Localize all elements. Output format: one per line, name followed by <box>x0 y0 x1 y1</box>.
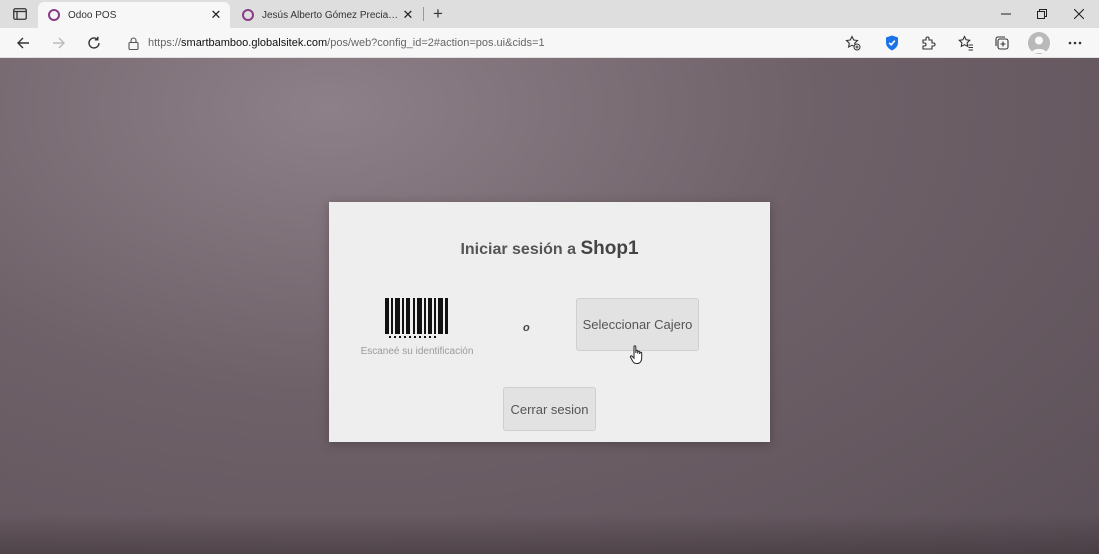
collections-icon <box>995 36 1009 50</box>
tab-actions-button[interactable] <box>8 4 32 24</box>
settings-more-button[interactable] <box>1063 31 1087 55</box>
barcode-icon <box>385 298 448 338</box>
scan-id-label: Escaneé su identificación <box>360 346 474 357</box>
minimize-button[interactable] <box>988 0 1024 28</box>
back-arrow-icon <box>17 37 29 49</box>
refresh-icon <box>88 36 100 49</box>
tab-actions-icon <box>13 8 27 20</box>
login-title: Iniciar sesión a Shop1 <box>329 238 770 260</box>
puzzle-icon <box>922 36 936 50</box>
more-options-icon <box>1068 41 1082 45</box>
odoo-favicon-icon <box>48 9 60 21</box>
tab-odoo-pos[interactable]: Odoo POS ✕ <box>38 2 230 28</box>
url-scheme: https:// <box>148 37 182 49</box>
browser-toolbar: https://smartbamboo.globalsitek.com/pos/… <box>0 28 1099 58</box>
favorites-button[interactable] <box>954 31 978 55</box>
window-close-button[interactable] <box>1061 0 1097 28</box>
favorites-icon <box>958 35 973 51</box>
tab-separator <box>423 7 424 21</box>
tab-jesus-alberto[interactable]: Jesús Alberto Gómez Preciado - ✕ <box>232 2 422 28</box>
profile-avatar-icon <box>1031 36 1047 53</box>
forward-button[interactable] <box>47 31 71 55</box>
url-path: /pos/web?config_id=2#action=pos.ui&cids=… <box>327 37 545 49</box>
address-bar[interactable]: https://smartbamboo.globalsitek.com/pos/… <box>116 31 872 55</box>
url-host: smartbamboo.globalsitek.com <box>181 37 328 49</box>
add-favorite-button[interactable] <box>841 31 865 55</box>
tab-title: Odoo POS <box>68 9 117 21</box>
refresh-button[interactable] <box>82 31 106 55</box>
window-close-icon <box>1074 9 1084 19</box>
select-cashier-button[interactable]: Seleccionar Cajero <box>576 298 699 351</box>
tab-strip: Odoo POS ✕ Jesús Alberto Gómez Preciado … <box>0 0 1099 28</box>
tab-close-icon[interactable]: ✕ <box>208 7 224 23</box>
lock-icon <box>126 36 140 50</box>
extensions-button[interactable] <box>916 31 940 55</box>
tab-title: Jesús Alberto Gómez Preciado - <box>262 9 400 21</box>
forward-arrow-icon <box>53 37 65 49</box>
odoo-favicon-icon <box>242 9 254 21</box>
login-title-prefix: Iniciar sesión a <box>460 241 581 258</box>
collections-button[interactable] <box>990 31 1014 55</box>
back-button[interactable] <box>11 31 35 55</box>
restore-icon <box>1037 9 1047 19</box>
url-text: https://smartbamboo.globalsitek.com/pos/… <box>148 37 545 49</box>
minimize-icon <box>1001 13 1011 15</box>
tab-close-icon[interactable]: ✕ <box>400 7 416 23</box>
star-add-icon <box>845 35 861 51</box>
shield-icon <box>886 35 898 51</box>
profile-button[interactable] <box>1028 32 1050 54</box>
shield-extension-button[interactable] <box>880 31 904 55</box>
pos-background: Iniciar sesión a Shop1 Escaneé su identi… <box>0 58 1099 554</box>
or-separator: o <box>523 322 530 334</box>
close-session-button[interactable]: Cerrar sesion <box>503 387 596 431</box>
restore-button[interactable] <box>1024 0 1060 28</box>
shop-name: Shop1 <box>580 238 639 259</box>
hand-pointer-cursor-icon <box>629 345 643 364</box>
new-tab-button[interactable]: + <box>428 4 448 24</box>
login-dialog: Iniciar sesión a Shop1 Escaneé su identi… <box>329 202 770 442</box>
